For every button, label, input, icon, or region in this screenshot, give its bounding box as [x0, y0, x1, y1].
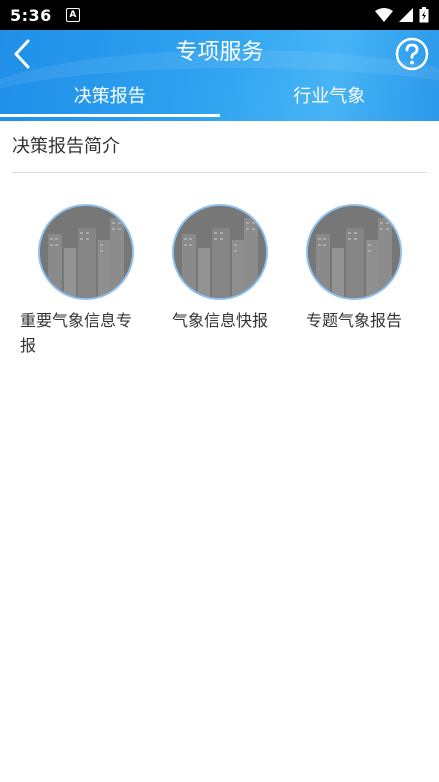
city-buildings-image	[174, 206, 266, 298]
question-circle-icon	[395, 37, 429, 71]
report-item-express[interactable]: 气象信息快报	[152, 204, 292, 333]
tab-decision-report[interactable]: 决策报告	[0, 80, 220, 121]
report-thumbnail	[306, 204, 402, 300]
active-tab-indicator	[0, 114, 220, 117]
status-bar: 5:36 A	[0, 0, 439, 30]
app-header: 专项服务 决策报告 行业气象	[0, 30, 439, 121]
status-time: 5:36	[10, 5, 52, 25]
status-icons	[375, 7, 429, 23]
battery-icon	[419, 7, 429, 23]
report-item-label: 专题气象报告	[305, 311, 402, 330]
page-title: 专项服务	[175, 40, 264, 65]
tab-label: 决策报告	[73, 86, 146, 107]
city-buildings-image	[308, 206, 400, 298]
tab-label: 行业气象	[293, 86, 366, 107]
report-item-label: 气象信息快报	[171, 311, 268, 330]
tab-industry-weather[interactable]: 行业气象	[220, 80, 439, 121]
city-buildings-image	[40, 206, 132, 298]
report-item-label: 重要气象信息专报	[20, 311, 133, 355]
tab-bar: 决策报告 行业气象	[0, 80, 439, 121]
report-item-special[interactable]: 专题气象报告	[290, 204, 430, 333]
wifi-icon	[375, 8, 393, 22]
signal-icon	[399, 8, 413, 22]
help-button[interactable]	[395, 37, 429, 71]
section-divider	[12, 172, 427, 173]
report-thumbnail	[172, 204, 268, 300]
notification-icon: A	[65, 8, 80, 22]
section-title: 决策报告简介	[12, 136, 120, 157]
report-item-important[interactable]: 重要气象信息专报	[20, 204, 160, 358]
report-thumbnail	[38, 204, 134, 300]
